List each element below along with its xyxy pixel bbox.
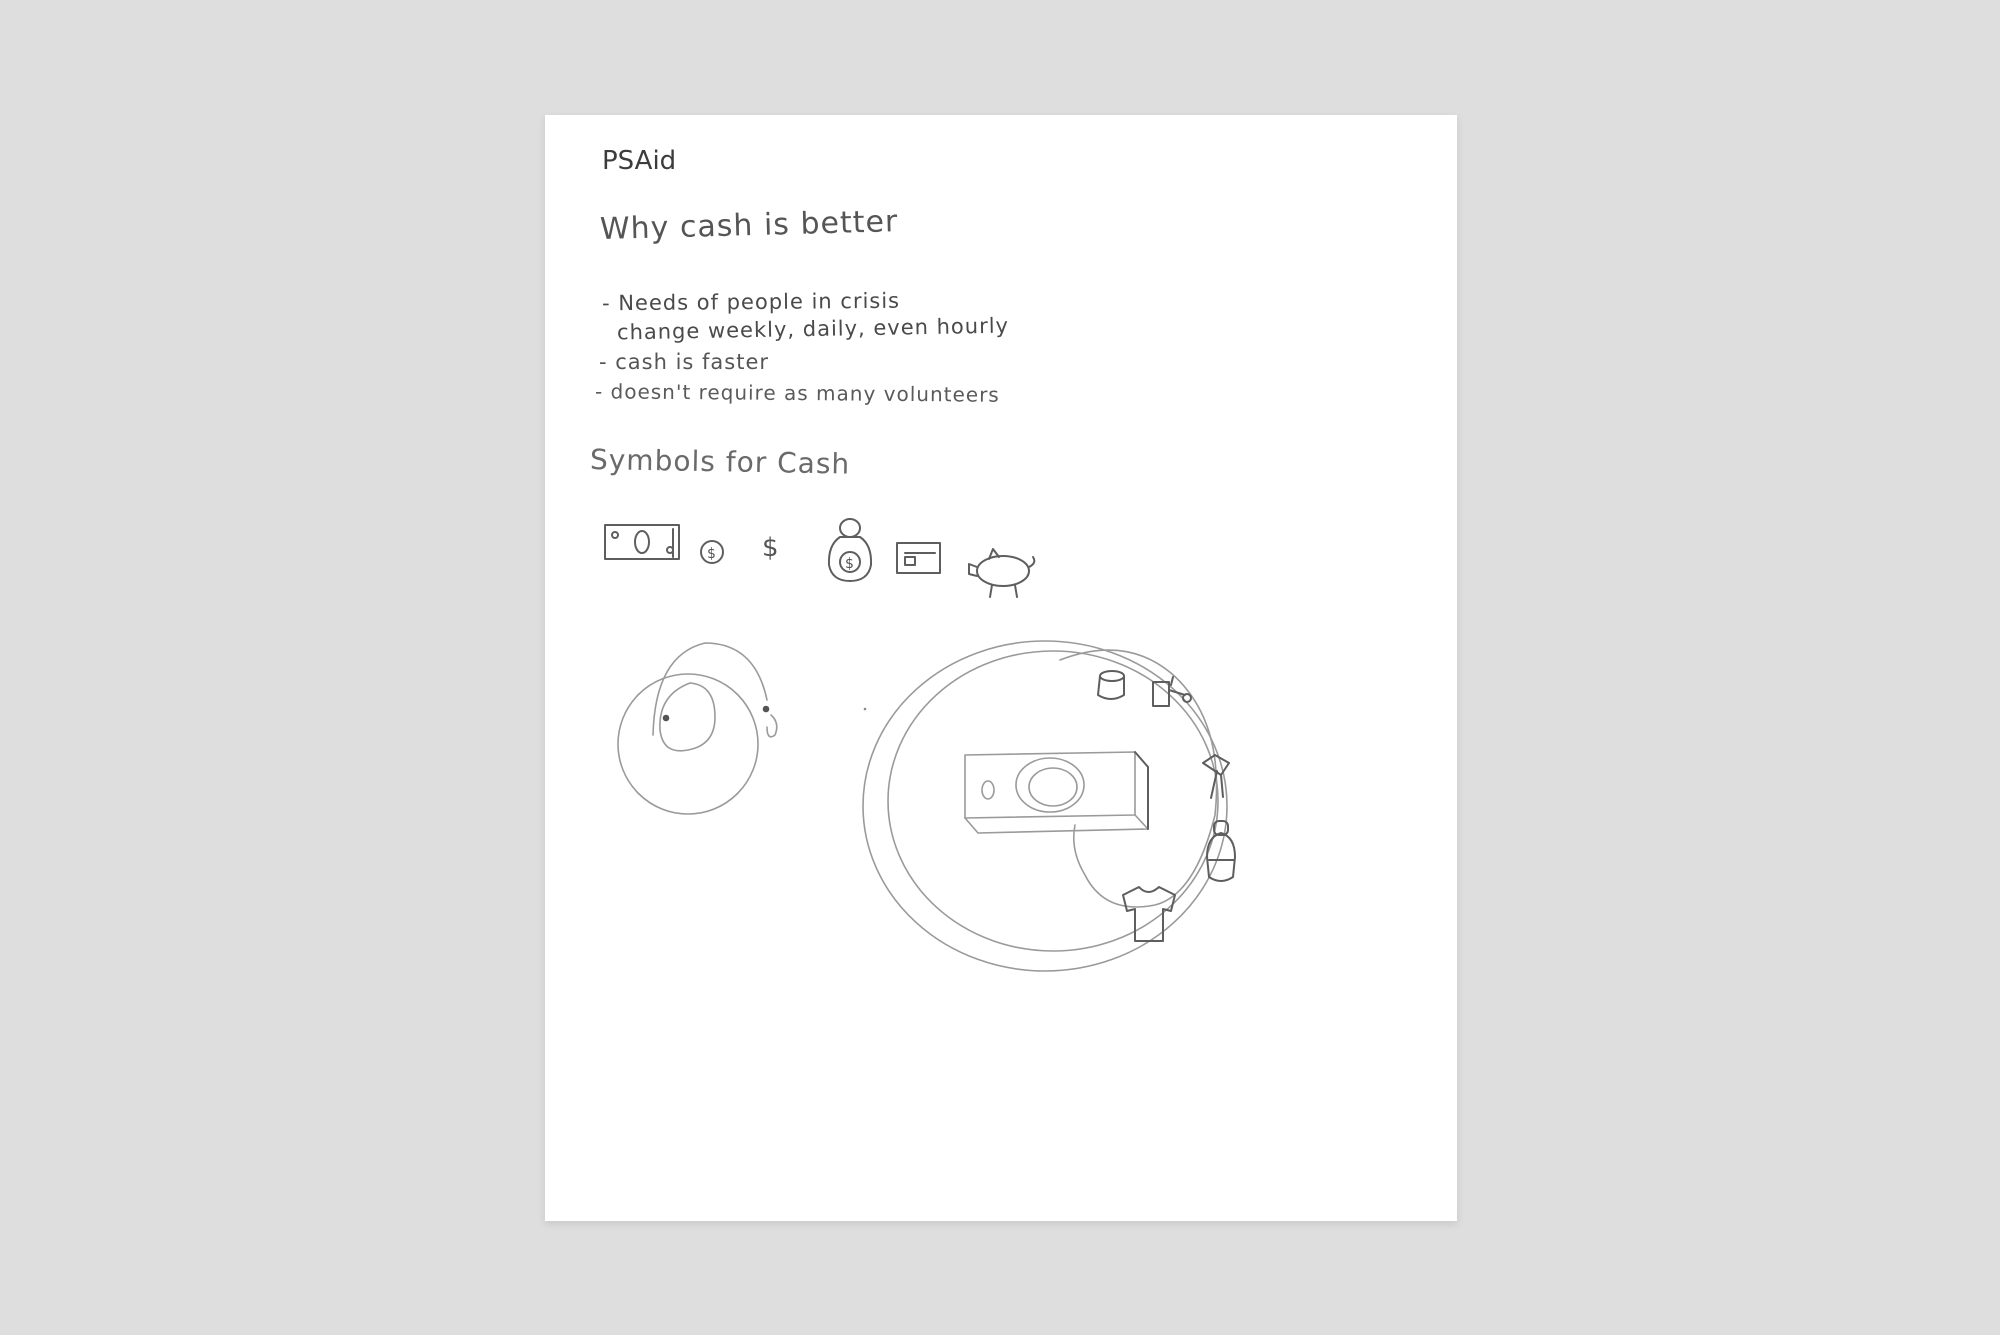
banknote-icon <box>604 524 680 560</box>
sketch-paper: PSAid Why cash is better - Needs of peop… <box>545 115 1457 1221</box>
pencil-dot <box>863 707 867 711</box>
coin-dollar-glyph: $ <box>707 546 716 562</box>
coin-icon: $ <box>700 540 724 564</box>
person-headset-sketch <box>617 642 778 815</box>
sketch-layer: $ $ $ <box>604 518 1236 972</box>
piggy-bank-icon <box>968 548 1036 598</box>
bag-dollar-glyph: $ <box>845 556 854 572</box>
dollar-sign-icon: $ <box>762 533 779 563</box>
paint-bucket-icon <box>1097 670 1125 700</box>
credit-card-icon <box>896 542 941 574</box>
tools-icon <box>1152 676 1192 707</box>
dollar-glyph: $ <box>762 533 779 563</box>
money-bag-icon: $ <box>827 518 873 582</box>
